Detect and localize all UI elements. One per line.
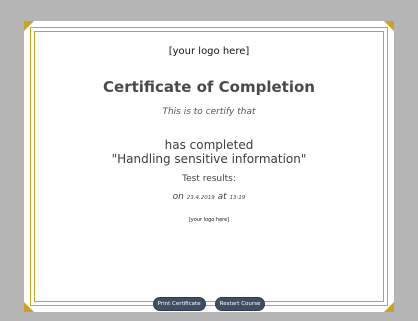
completion-time: 13:19 [229, 195, 246, 201]
logo-placeholder-bottom: [your logo here] [188, 217, 230, 223]
certificate-title: Certificate of Completion [103, 78, 315, 96]
logo-placeholder-top: [your logo here] [168, 46, 250, 57]
certificate-content: [your logo here] Certificate of Completi… [24, 21, 394, 312]
screen: [your logo here] Certificate of Completi… [0, 0, 418, 321]
completion-date: 23.4.2019 [186, 195, 215, 201]
completion-datetime: on 23.4.2019 at 13:19 [24, 192, 394, 202]
print-certificate-button[interactable]: Print Certificate [152, 297, 206, 311]
on-label: on [172, 192, 184, 202]
certificate-actions: Print Certificate Restart Course [24, 290, 394, 311]
completion-statement: has completed "Handling sensitive inform… [24, 138, 394, 166]
at-label: at [217, 192, 227, 202]
test-results-label: Test results: [182, 174, 236, 184]
completed-label: has completed [164, 138, 254, 152]
course-name: "Handling sensitive information" [111, 152, 307, 166]
certificate-panel: [your logo here] Certificate of Completi… [24, 21, 394, 312]
restart-course-button[interactable]: Restart Course [214, 297, 266, 311]
certify-text: This is to certify that [162, 107, 256, 117]
